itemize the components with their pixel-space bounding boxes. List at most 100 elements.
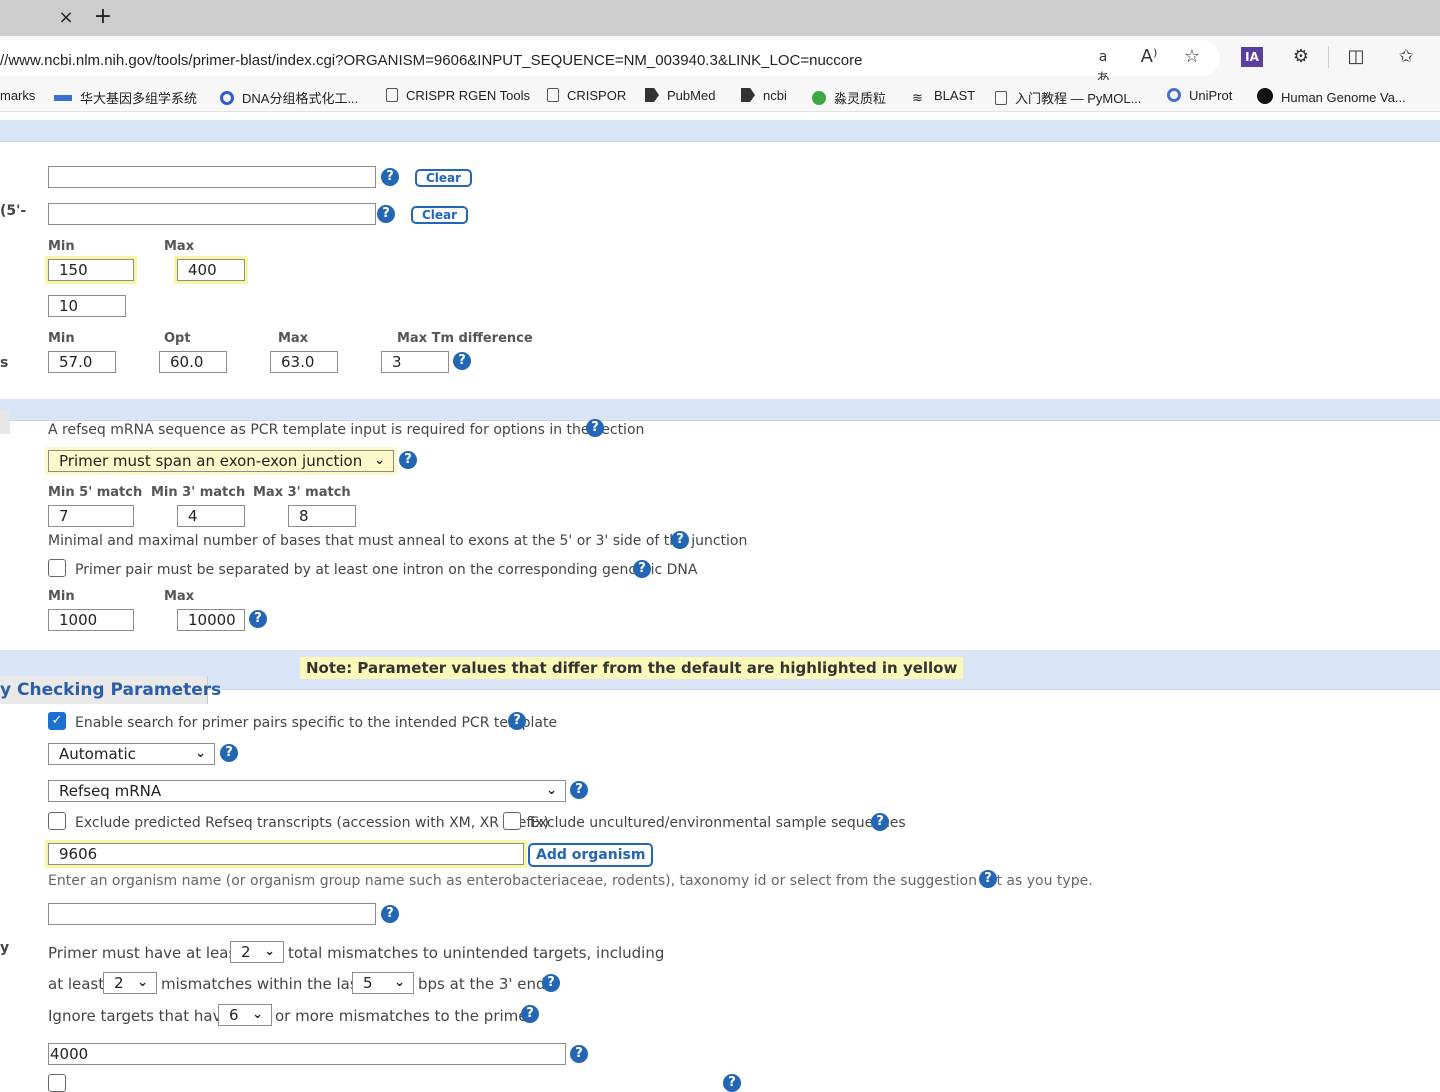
add-organism-button[interactable]: Add organism	[528, 843, 654, 867]
page-icon	[995, 91, 1007, 105]
new-tab-icon[interactable]: +	[92, 5, 114, 29]
exon-info-text: A refseq mRNA sequence as PCR template i…	[48, 422, 645, 438]
organism-input[interactable]: 9606	[48, 843, 524, 865]
search-mode-value: Automatic	[59, 745, 136, 763]
help-icon[interactable]: ?	[399, 451, 417, 469]
help-icon[interactable]: ?	[381, 905, 399, 923]
min3-match-input[interactable]: 4	[177, 505, 245, 527]
page-icon	[386, 88, 398, 102]
help-icon[interactable]: ?	[542, 974, 560, 992]
help-icon[interactable]: ?	[220, 744, 238, 762]
last-bps-select[interactable]: 5 ⌄	[352, 972, 414, 994]
favorites-icon[interactable]: ✩	[1395, 46, 1417, 68]
last-bps-value: 5	[363, 974, 373, 992]
tm-row-label: s	[0, 355, 9, 371]
help-icon[interactable]: ?	[871, 813, 889, 831]
num-to-return-input[interactable]: 10	[48, 295, 126, 317]
ia-extension-icon[interactable]: IA	[1241, 47, 1263, 67]
product-max-label: Max	[164, 239, 195, 254]
max3-match-input[interactable]: 8	[288, 505, 356, 527]
intron-checkbox[interactable]	[48, 559, 66, 577]
dna-tool-icon	[220, 91, 234, 105]
partial-checkbox[interactable]	[48, 1074, 66, 1092]
default-values-note: Note: Parameter values that differ from …	[300, 657, 964, 679]
forward-primer-input[interactable]	[48, 166, 376, 188]
close-tab-icon[interactable]: ×	[56, 8, 76, 28]
tab-bar: × +	[0, 0, 1440, 36]
chevron-down-icon: ⌄	[374, 453, 385, 468]
bookmark-item[interactable]: CRISPR RGEN Tools	[386, 88, 530, 103]
ignore-text-2: or more mismatches to the primer.	[275, 1007, 538, 1025]
section-tab-edge	[0, 410, 10, 434]
intron-text: Primer pair must be separated by at leas…	[75, 562, 698, 578]
chevron-down-icon: ⌄	[195, 746, 206, 761]
help-icon[interactable]: ?	[249, 610, 267, 628]
ignore-mismatch-select[interactable]: 6 ⌄	[218, 1004, 272, 1026]
ncbi-icon	[741, 88, 755, 102]
read-aloud-icon[interactable]: A⁾	[1138, 46, 1160, 68]
min5-match-input[interactable]: 7	[48, 505, 134, 527]
bookmark-item[interactable]: 淼灵质粒	[812, 88, 886, 107]
help-icon[interactable]: ?	[453, 352, 471, 370]
tm-diff-input[interactable]: 3	[381, 351, 449, 373]
clear-reverse-button[interactable]: Clear	[411, 206, 469, 224]
chevron-down-icon: ⌄	[394, 975, 405, 990]
bookmark-item[interactable]: ncbi	[741, 88, 787, 103]
ignore-text-1: Ignore targets that have	[48, 1007, 231, 1025]
help-icon[interactable]: ?	[723, 1074, 741, 1092]
bookmark-item[interactable]: Human Genome Va...	[1257, 88, 1406, 105]
tm-min-label: Min	[48, 331, 75, 346]
within-mismatch-select[interactable]: 2 ⌄	[103, 972, 157, 994]
favorite-star-icon[interactable]: ☆	[1181, 46, 1203, 68]
enable-specificity-checkbox[interactable]: ✓	[48, 712, 66, 730]
total-mismatch-select[interactable]: 2 ⌄	[230, 941, 284, 963]
help-icon[interactable]: ?	[377, 205, 395, 223]
mismatch-text-2: total mismatches to unintended targets, …	[288, 944, 665, 962]
section-band	[0, 399, 1440, 421]
pubmed-icon	[645, 88, 659, 102]
help-icon[interactable]: ?	[381, 168, 399, 186]
intron-max-input[interactable]: 10000	[177, 609, 245, 631]
bookmark-item[interactable]: CRISPOR	[547, 88, 626, 103]
intron-max-label: Max	[164, 589, 195, 604]
tm-max-label: Max	[278, 331, 309, 346]
chevron-down-icon: ⌄	[264, 944, 275, 959]
help-icon[interactable]: ?	[633, 560, 651, 578]
entrez-query-input[interactable]	[48, 903, 376, 925]
clear-forward-button[interactable]: Clear	[415, 169, 473, 187]
max-target-size-input[interactable]: 4000	[48, 1043, 566, 1065]
exclude-predicted-checkbox[interactable]	[48, 812, 66, 830]
reverse-primer-input[interactable]	[48, 203, 376, 225]
extensions-icon[interactable]: ⚙	[1290, 46, 1312, 68]
ignore-mismatch-value: 6	[229, 1006, 239, 1024]
search-mode-select[interactable]: Automatic ⌄	[48, 743, 215, 765]
help-icon[interactable]: ?	[570, 781, 588, 799]
help-icon[interactable]: ?	[671, 531, 689, 549]
bookmark-item[interactable]: 华大基因多组学系统	[54, 88, 197, 107]
intron-min-input[interactable]: 1000	[48, 609, 134, 631]
tm-min-input[interactable]: 57.0	[48, 351, 116, 373]
bookmark-item[interactable]: marks	[0, 88, 35, 103]
bookmark-item[interactable]: PubMed	[645, 88, 715, 103]
product-max-input[interactable]: 400	[177, 259, 245, 281]
split-screen-icon[interactable]: ◫	[1345, 46, 1367, 68]
translate-icon[interactable]: aあ	[1092, 46, 1114, 87]
max3-match-label: Max 3' match	[253, 485, 351, 500]
url-field[interactable]: ps://www.ncbi.nlm.nih.gov/tools/primer-b…	[0, 40, 1220, 76]
tm-max-input[interactable]: 63.0	[270, 351, 338, 373]
exclude-uncultured-checkbox[interactable]	[503, 812, 521, 830]
product-min-input[interactable]: 150	[48, 259, 134, 281]
help-icon[interactable]: ?	[586, 419, 604, 437]
bookmark-item[interactable]: DNA分组格式化工...	[220, 88, 358, 107]
bookmark-item[interactable]: 入门教程 — PyMOL...	[995, 88, 1141, 107]
tm-opt-input[interactable]: 60.0	[159, 351, 227, 373]
database-select[interactable]: Refseq mRNA ⌄	[48, 780, 566, 802]
help-icon[interactable]: ?	[508, 712, 526, 730]
bookmark-item[interactable]: ≋ BLAST	[912, 88, 975, 105]
help-icon[interactable]: ?	[521, 1005, 539, 1023]
help-icon[interactable]: ?	[979, 870, 997, 888]
help-icon[interactable]: ?	[570, 1045, 588, 1063]
exon-junction-select[interactable]: Primer must span an exon-exon junction ⌄	[48, 450, 394, 472]
mismatch-text-3: at least	[48, 975, 105, 993]
bookmark-item[interactable]: UniProt	[1167, 88, 1232, 103]
